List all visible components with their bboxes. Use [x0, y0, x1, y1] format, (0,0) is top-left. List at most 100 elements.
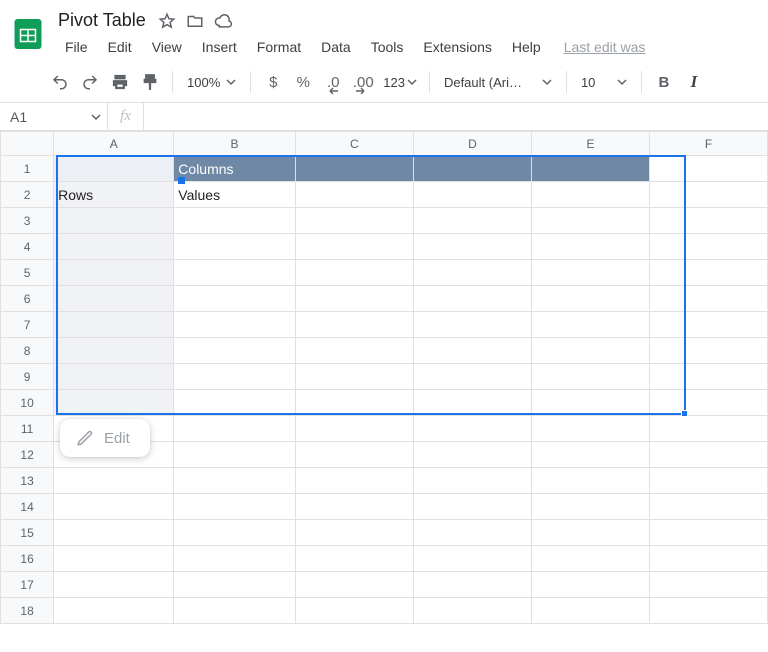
cell[interactable]	[649, 520, 767, 546]
cell[interactable]	[649, 416, 767, 442]
cell[interactable]	[174, 286, 296, 312]
bold-button[interactable]: B	[650, 68, 678, 96]
cell[interactable]	[295, 572, 413, 598]
cell[interactable]	[531, 260, 649, 286]
cell[interactable]	[531, 546, 649, 572]
undo-button[interactable]	[46, 68, 74, 96]
menu-file[interactable]: File	[56, 35, 97, 59]
column-header[interactable]: B	[174, 132, 296, 156]
cell[interactable]	[174, 338, 296, 364]
format-percent-button[interactable]: %	[289, 68, 317, 96]
cell[interactable]	[54, 312, 174, 338]
paint-format-button[interactable]	[136, 68, 164, 96]
cell[interactable]	[295, 494, 413, 520]
cell[interactable]	[295, 260, 413, 286]
cell[interactable]	[649, 572, 767, 598]
cell[interactable]	[174, 520, 296, 546]
menu-tools[interactable]: Tools	[362, 35, 413, 59]
move-icon[interactable]	[186, 12, 204, 30]
cell[interactable]	[531, 598, 649, 624]
cell[interactable]	[413, 208, 531, 234]
row-header[interactable]: 12	[1, 442, 54, 468]
cell[interactable]	[413, 182, 531, 208]
column-header[interactable]: E	[531, 132, 649, 156]
cell[interactable]	[54, 468, 174, 494]
cell[interactable]	[174, 312, 296, 338]
font-size-dropdown[interactable]: 10	[575, 68, 633, 96]
cell[interactable]	[295, 468, 413, 494]
cell[interactable]	[531, 156, 649, 182]
italic-button[interactable]: I	[680, 68, 708, 96]
cell[interactable]	[54, 390, 174, 416]
row-header[interactable]: 1	[1, 156, 54, 182]
row-header[interactable]: 14	[1, 494, 54, 520]
cell[interactable]	[54, 520, 174, 546]
cell[interactable]	[174, 572, 296, 598]
cell[interactable]	[649, 182, 767, 208]
cell[interactable]	[54, 208, 174, 234]
cell[interactable]	[174, 208, 296, 234]
cell[interactable]: Rows	[54, 182, 174, 208]
row-header[interactable]: 3	[1, 208, 54, 234]
cell[interactable]	[295, 442, 413, 468]
cell[interactable]	[413, 598, 531, 624]
cell[interactable]	[413, 260, 531, 286]
row-header[interactable]: 7	[1, 312, 54, 338]
column-header[interactable]: A	[54, 132, 174, 156]
zoom-dropdown[interactable]: 100%	[181, 68, 242, 96]
row-header[interactable]: 13	[1, 468, 54, 494]
cell[interactable]	[531, 208, 649, 234]
cell[interactable]	[174, 546, 296, 572]
cell[interactable]	[531, 572, 649, 598]
row-header[interactable]: 9	[1, 364, 54, 390]
cell[interactable]	[649, 286, 767, 312]
column-header[interactable]: D	[413, 132, 531, 156]
cell[interactable]	[413, 338, 531, 364]
cloud-status-icon[interactable]	[214, 12, 232, 30]
cell[interactable]	[531, 442, 649, 468]
cell[interactable]	[413, 312, 531, 338]
row-header[interactable]: 16	[1, 546, 54, 572]
cell[interactable]	[54, 364, 174, 390]
cell[interactable]	[531, 364, 649, 390]
menu-help[interactable]: Help	[503, 35, 550, 59]
cell[interactable]	[413, 520, 531, 546]
cell[interactable]	[413, 364, 531, 390]
cell[interactable]	[295, 546, 413, 572]
sheets-logo-icon[interactable]	[8, 8, 48, 60]
menu-edit[interactable]: Edit	[99, 35, 141, 59]
star-icon[interactable]	[158, 12, 176, 30]
decrease-decimal-button[interactable]: .0	[319, 68, 347, 96]
cell[interactable]	[174, 260, 296, 286]
row-header[interactable]: 18	[1, 598, 54, 624]
cell[interactable]	[649, 390, 767, 416]
cell[interactable]	[649, 234, 767, 260]
cell[interactable]	[531, 416, 649, 442]
cell[interactable]	[413, 442, 531, 468]
cell[interactable]	[295, 598, 413, 624]
cell[interactable]	[295, 286, 413, 312]
cell[interactable]	[531, 390, 649, 416]
row-header[interactable]: 5	[1, 260, 54, 286]
cell[interactable]	[295, 416, 413, 442]
cell[interactable]	[531, 520, 649, 546]
menu-extensions[interactable]: Extensions	[414, 35, 500, 59]
cell[interactable]	[649, 312, 767, 338]
cell[interactable]	[54, 234, 174, 260]
cell[interactable]	[649, 442, 767, 468]
cell[interactable]	[54, 494, 174, 520]
row-header[interactable]: 10	[1, 390, 54, 416]
cell[interactable]	[531, 468, 649, 494]
cell[interactable]	[413, 234, 531, 260]
row-header[interactable]: 11	[1, 416, 54, 442]
cell[interactable]	[174, 364, 296, 390]
cell[interactable]	[531, 286, 649, 312]
cell[interactable]	[54, 598, 174, 624]
redo-button[interactable]	[76, 68, 104, 96]
menu-insert[interactable]: Insert	[193, 35, 246, 59]
cell[interactable]	[295, 312, 413, 338]
row-header[interactable]: 2	[1, 182, 54, 208]
name-box[interactable]: A1	[0, 103, 108, 130]
cell[interactable]	[649, 598, 767, 624]
row-header[interactable]: 15	[1, 520, 54, 546]
